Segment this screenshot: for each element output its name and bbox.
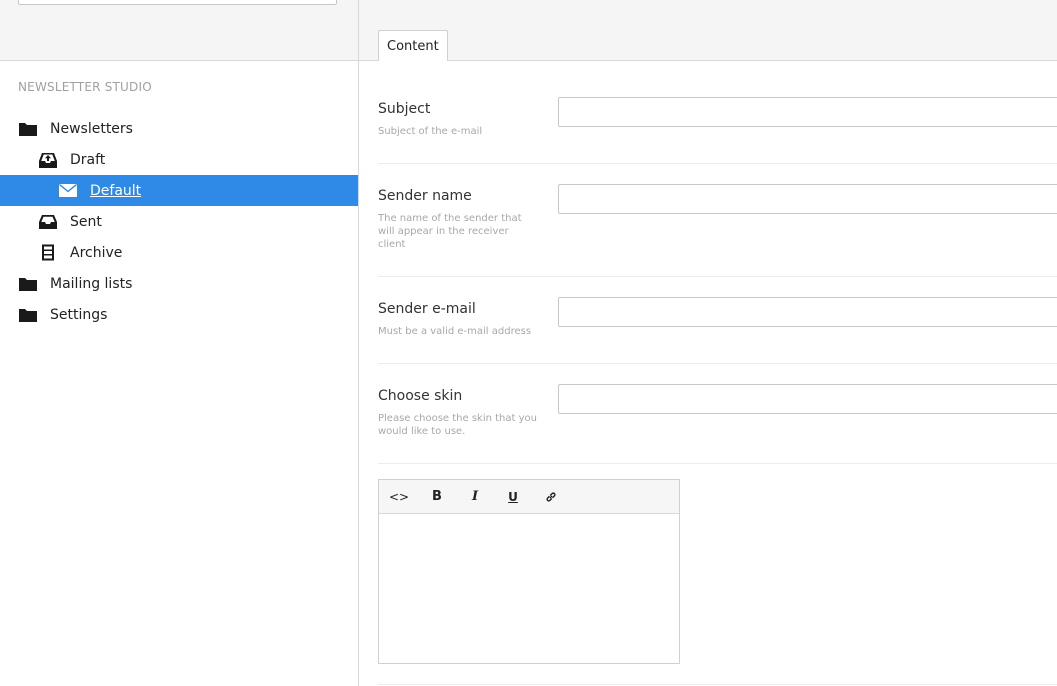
- tree-item-label: Sent: [70, 213, 102, 230]
- field-description: Please choose the skin that you would li…: [378, 413, 537, 437]
- tree-item-sent[interactable]: Sent: [0, 206, 358, 237]
- inbox-icon: [38, 213, 58, 231]
- tree-item-label: Default: [90, 182, 142, 199]
- field-label: Subject: [378, 101, 431, 117]
- editor-toolbar: <> B I U: [379, 480, 679, 514]
- tree-item-label: Archive: [70, 244, 123, 261]
- section-title: NEWSLETTER STUDIO: [18, 80, 152, 94]
- archive-box-icon: [38, 244, 58, 262]
- italic-icon[interactable]: I: [456, 481, 494, 512]
- tree: Newsletters Draft Default Sent Archive M…: [0, 113, 358, 330]
- folder-icon: [18, 306, 38, 324]
- tree-item-default[interactable]: Default: [0, 175, 358, 206]
- tree-item-mailing-lists[interactable]: Mailing lists: [0, 268, 358, 299]
- tab-content[interactable]: Content: [378, 30, 448, 61]
- field-description: The name of the sender that will appear …: [378, 213, 522, 250]
- tree-item-label: Newsletters: [50, 120, 133, 137]
- bold-icon[interactable]: B: [418, 481, 456, 512]
- sidebar-search-input[interactable]: [18, 0, 337, 5]
- tree-item-label: Settings: [50, 306, 108, 323]
- sender-name-input[interactable]: [558, 184, 1057, 214]
- envelope-icon: [58, 182, 78, 200]
- form-row-sender-name: Sender name The name of the sender that …: [378, 184, 1057, 277]
- form-row-subject: Subject Subject of the e-mail: [378, 97, 1057, 164]
- tree-item-label: Draft: [70, 151, 106, 168]
- divider: [378, 684, 1057, 685]
- skin-select[interactable]: [558, 384, 1057, 414]
- code-icon[interactable]: <>: [380, 481, 418, 512]
- form-row-sender-email: Sender e-mail Must be a valid e-mail add…: [378, 297, 1057, 364]
- folder-icon: [18, 275, 38, 293]
- tree-item-settings[interactable]: Settings: [0, 299, 358, 330]
- form-row-choose-skin: Choose skin Please choose the skin that …: [378, 384, 1057, 464]
- sidebar-header: [0, 0, 358, 61]
- field-label: Sender name: [378, 188, 472, 204]
- main-header: Content: [359, 0, 1057, 61]
- folder-icon: [18, 120, 38, 138]
- field-description: Subject of the e-mail: [378, 126, 483, 137]
- main-panel: Content Subject Subject of the e-mail Se…: [359, 0, 1057, 686]
- field-label: Choose skin: [378, 388, 463, 404]
- tree-item-draft[interactable]: Draft: [0, 144, 358, 175]
- editor-content-area[interactable]: [379, 514, 679, 663]
- field-label: Sender e-mail: [378, 301, 476, 317]
- link-icon[interactable]: [532, 481, 570, 512]
- subject-input[interactable]: [558, 97, 1057, 127]
- sidebar: NEWSLETTER STUDIO Newsletters Draft Defa…: [0, 0, 359, 686]
- tree-item-newsletters[interactable]: Newsletters: [0, 113, 358, 144]
- tree-item-label: Mailing lists: [50, 275, 133, 292]
- field-description: Must be a valid e-mail address: [378, 326, 532, 337]
- inbox-upload-icon: [38, 151, 58, 169]
- sender-email-input[interactable]: [558, 297, 1057, 327]
- underline-icon[interactable]: U: [494, 481, 532, 512]
- tree-item-archive[interactable]: Archive: [0, 237, 358, 268]
- rich-text-editor: <> B I U: [378, 479, 680, 664]
